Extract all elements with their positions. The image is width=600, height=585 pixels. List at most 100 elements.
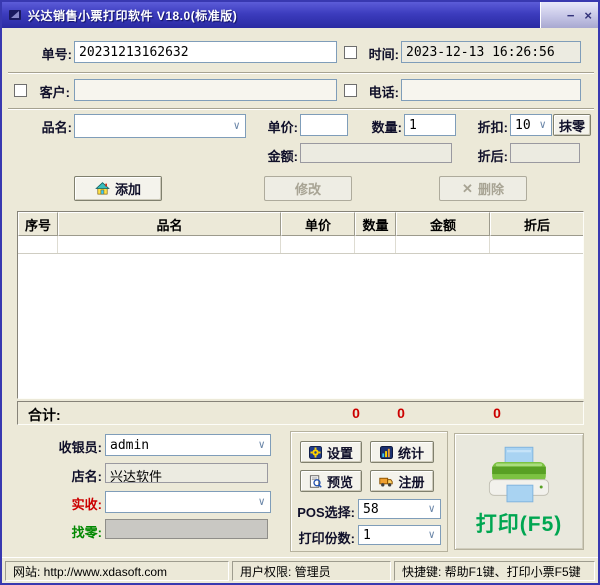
discount-combobox-value: 10: [515, 118, 531, 133]
settings-button[interactable]: 设置: [300, 441, 362, 463]
minimize-button[interactable]: −: [567, 9, 575, 22]
column-header-qty[interactable]: 数量: [355, 212, 396, 236]
table-row: [18, 236, 583, 254]
time-label: 时间:: [359, 44, 399, 63]
close-button[interactable]: ×: [584, 9, 592, 22]
pos-select-label: POS选择:: [292, 502, 355, 521]
totals-label: 合计:: [28, 405, 61, 425]
totals-quantity: 0: [343, 405, 369, 421]
quantity-input[interactable]: [404, 114, 456, 136]
pos-select-combobox[interactable]: 58 ∨: [358, 499, 441, 519]
statusbar-permission: 用户权限: 管理员: [232, 561, 391, 581]
print-copies-value: 1: [363, 528, 371, 543]
cashier-label: 收银员:: [40, 437, 102, 456]
price-input[interactable]: [300, 114, 348, 136]
app-window: 兴达销售小票打印软件 V18.0(标准版) − × 单号: 时间: 客户: 电话…: [0, 0, 600, 585]
wipe-zero-button-label: 抹零: [559, 116, 585, 135]
delete-button: ✕ 删除: [439, 176, 527, 201]
pos-select-value: 58: [363, 502, 379, 517]
stats-button[interactable]: 统计: [370, 441, 434, 463]
chevron-down-icon[interactable]: ∨: [258, 497, 265, 507]
modify-button-label: 修改: [295, 179, 321, 198]
table-cell: [490, 236, 583, 253]
store-readonly-field: 兴达软件: [105, 463, 268, 483]
change-readonly-field: [105, 519, 268, 539]
register-button-label: 注册: [398, 472, 424, 491]
register-button[interactable]: 注册: [370, 470, 434, 492]
divider: [8, 108, 594, 110]
chevron-down-icon[interactable]: ∨: [539, 120, 546, 130]
time-checkbox[interactable]: [344, 46, 357, 59]
product-label: 品名:: [20, 117, 72, 136]
print-button-label: 打印(F5): [476, 508, 563, 538]
customer-label: 客户:: [30, 82, 70, 101]
home-icon: [95, 181, 110, 196]
preview-magnifier-icon: [309, 475, 322, 488]
received-combobox[interactable]: ∨: [105, 491, 271, 513]
cashier-combobox-value: admin: [110, 438, 149, 453]
phone-label: 电话:: [359, 82, 399, 101]
app-icon: [8, 8, 22, 22]
after-discount-readonly-field: [510, 143, 580, 163]
add-button-label: 添加: [115, 179, 141, 198]
table-cell: [396, 236, 490, 253]
order-number-label: 单号:: [20, 44, 72, 63]
table-cell: [58, 236, 281, 253]
table-cell: [18, 236, 58, 253]
truck-icon: [379, 475, 393, 488]
chevron-down-icon[interactable]: ∨: [258, 440, 265, 450]
amount-label: 金额:: [254, 146, 298, 165]
customer-checkbox[interactable]: [14, 84, 27, 97]
cashier-combobox[interactable]: admin ∨: [105, 434, 271, 456]
phone-input[interactable]: [401, 79, 581, 101]
column-header-index[interactable]: 序号: [18, 212, 58, 236]
totals-bar: 合计: 0 0 0: [17, 401, 584, 425]
discount-combobox[interactable]: 10 ∨: [510, 114, 552, 136]
stats-button-label: 统计: [398, 443, 424, 462]
wipe-zero-button[interactable]: 抹零: [553, 114, 591, 136]
gear-icon: [309, 446, 322, 459]
titlebar: 兴达销售小票打印软件 V18.0(标准版) − ×: [2, 2, 598, 28]
customer-input[interactable]: [74, 79, 337, 101]
items-table-header: 序号 品名 单价 数量 金额 折后: [18, 212, 583, 236]
phone-checkbox[interactable]: [344, 84, 357, 97]
printer-icon: [482, 446, 556, 504]
chevron-down-icon[interactable]: ∨: [233, 121, 240, 131]
received-label: 实收:: [56, 494, 102, 513]
chevron-down-icon[interactable]: ∨: [428, 530, 435, 540]
amount-readonly-field: [300, 143, 452, 163]
chevron-down-icon[interactable]: ∨: [428, 504, 435, 514]
print-button[interactable]: 打印(F5): [454, 433, 584, 550]
settings-button-label: 设置: [327, 443, 353, 462]
modify-button: 修改: [264, 176, 352, 201]
add-button[interactable]: 添加: [74, 176, 162, 201]
column-header-after[interactable]: 折后: [490, 212, 583, 236]
items-table: 序号 品名 单价 数量 金额 折后: [17, 211, 584, 399]
time-input: [401, 41, 581, 63]
discount-label: 折扣:: [464, 117, 508, 136]
table-cell: [281, 236, 355, 253]
order-number-input[interactable]: [74, 41, 337, 63]
preview-button[interactable]: 预览: [300, 470, 362, 492]
price-label: 单价:: [254, 117, 298, 136]
column-header-price[interactable]: 单价: [281, 212, 355, 236]
statusbar-website[interactable]: 网站: http://www.xdasoft.com: [5, 561, 229, 581]
window-controls: − ×: [540, 2, 598, 28]
table-cell: [355, 236, 396, 253]
delete-x-icon: ✕: [462, 181, 473, 197]
divider: [8, 72, 594, 74]
totals-discounted: 0: [484, 405, 510, 421]
chart-icon: [380, 446, 393, 459]
print-copies-combobox[interactable]: 1 ∨: [358, 525, 441, 545]
statusbar: 网站: http://www.xdasoft.com 用户权限: 管理员 快捷键…: [2, 557, 598, 584]
column-header-product[interactable]: 品名: [58, 212, 281, 236]
delete-button-label: 删除: [478, 179, 504, 198]
statusbar-hotkeys: 快捷键: 帮助F1键、打印小票F5键: [394, 561, 595, 581]
window-title: 兴达销售小票打印软件 V18.0(标准版): [28, 7, 237, 24]
product-combobox[interactable]: ∨: [74, 114, 246, 138]
preview-button-label: 预览: [327, 472, 353, 491]
quantity-label: 数量:: [358, 117, 402, 136]
column-header-amount[interactable]: 金额: [396, 212, 490, 236]
after-discount-label: 折后:: [464, 146, 508, 165]
store-label: 店名:: [56, 466, 102, 485]
